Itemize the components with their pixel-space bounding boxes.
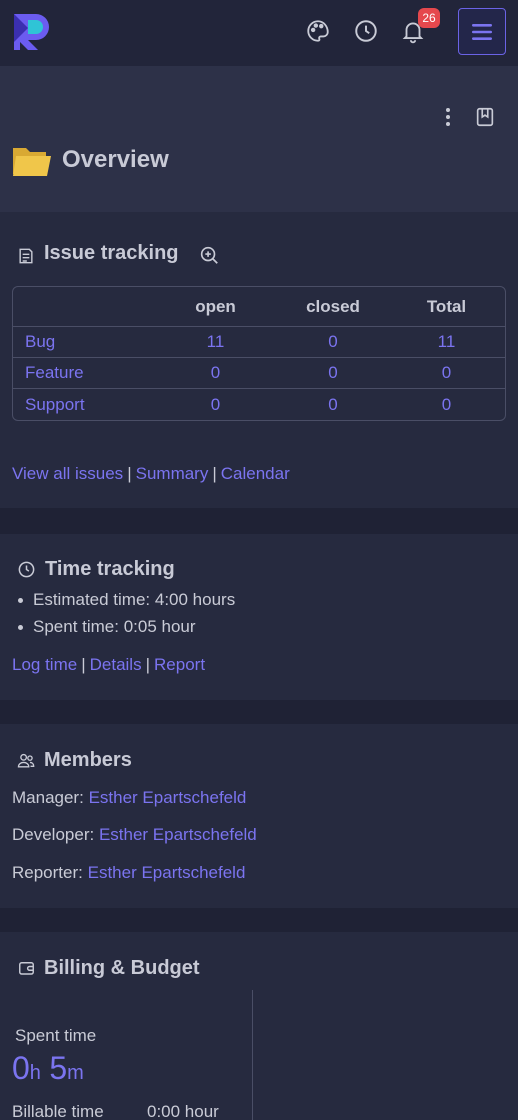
- total-count-link[interactable]: 11: [388, 327, 505, 358]
- folder-icon: [13, 148, 51, 176]
- table-row: Feature 0 0 0: [13, 358, 505, 389]
- table-row: Support 0 0 0: [13, 389, 505, 420]
- issue-links: View all issues | Summary | Calendar: [12, 464, 290, 484]
- list-item: Spent time: 0:05 hour: [18, 617, 235, 644]
- member-row-reporter: Reporter: Esther Epartschefeld: [12, 863, 245, 883]
- closed-count-link[interactable]: 0: [278, 358, 388, 389]
- total-count-link[interactable]: 0: [388, 389, 505, 420]
- zoom-search-icon[interactable]: [198, 244, 220, 266]
- closed-count-link[interactable]: 0: [278, 327, 388, 358]
- member-link[interactable]: Esther Epartschefeld: [99, 825, 257, 844]
- time-tracking-title: Time tracking: [45, 558, 175, 580]
- column-divider: [252, 990, 253, 1120]
- hours-value: 0: [12, 1050, 30, 1086]
- role-label: Reporter:: [12, 863, 83, 882]
- clock-icon[interactable]: [352, 17, 380, 45]
- redmine-r-logo[interactable]: [14, 14, 50, 50]
- billable-time-value: 0:00 hour: [147, 1102, 219, 1120]
- closed-count-link[interactable]: 0: [278, 389, 388, 420]
- link-separator: |: [212, 464, 217, 483]
- table-row: Bug 11 0 11: [13, 327, 505, 358]
- issue-tracking-icon: [19, 248, 33, 264]
- menu-icon: [472, 23, 492, 40]
- open-count-link[interactable]: 0: [153, 358, 278, 389]
- issues-table: open closed Total Bug 11 0 11 Feature 0 …: [12, 286, 506, 421]
- issue-tracking-title: Issue tracking: [44, 242, 179, 264]
- calendar-link[interactable]: Calendar: [221, 464, 290, 483]
- list-item: Estimated time: 4:00 hours: [18, 590, 235, 617]
- bookmark-icon[interactable]: [474, 106, 496, 128]
- role-label: Developer:: [12, 825, 95, 844]
- kebab-menu-icon[interactable]: [438, 106, 458, 128]
- users-icon: [17, 753, 35, 768]
- view-all-issues-link[interactable]: View all issues: [12, 464, 123, 483]
- member-link[interactable]: Esther Epartschefeld: [88, 863, 246, 882]
- member-row-developer: Developer: Esther Epartschefeld: [12, 825, 257, 845]
- page-header: [0, 66, 518, 212]
- table-header: open: [153, 287, 278, 327]
- role-label: Manager:: [12, 788, 84, 807]
- table-header: [13, 287, 153, 327]
- total-count-link[interactable]: 0: [388, 358, 505, 389]
- table-header-row: open closed Total: [13, 287, 505, 327]
- link-separator: |: [127, 464, 132, 483]
- member-row-manager: Manager: Esther Epartschefeld: [12, 788, 246, 808]
- members-title: Members: [44, 749, 132, 771]
- page-title: Overview: [62, 146, 169, 173]
- clock-icon: [18, 561, 35, 578]
- time-list: Estimated time: 4:00 hours Spent time: 0…: [18, 590, 235, 644]
- spent-time-label: Spent time: [15, 1026, 97, 1045]
- spent-time-value: 0h 5m: [12, 1050, 84, 1087]
- billable-time-label: Billable time: [12, 1102, 104, 1120]
- spent-time: Spent time: 0:05 hour: [33, 617, 196, 636]
- menu-button[interactable]: [458, 8, 506, 55]
- wallet-icon: [19, 962, 34, 975]
- open-count-link[interactable]: 11: [153, 327, 278, 358]
- summary-link[interactable]: Summary: [136, 464, 209, 483]
- member-link[interactable]: Esther Epartschefeld: [89, 788, 247, 807]
- billing-title: Billing & Budget: [44, 957, 200, 979]
- minutes-unit: m: [67, 1062, 84, 1084]
- tracker-link[interactable]: Bug: [13, 327, 153, 358]
- details-link[interactable]: Details: [90, 655, 142, 674]
- tracker-link[interactable]: Feature: [13, 358, 153, 389]
- estimated-time: Estimated time: 4:00 hours: [33, 590, 236, 609]
- tracker-link[interactable]: Support: [13, 389, 153, 420]
- log-time-link[interactable]: Log time: [12, 655, 77, 674]
- report-link[interactable]: Report: [154, 655, 205, 674]
- minutes-value: 5: [49, 1050, 68, 1086]
- top-bar: 26: [0, 0, 518, 66]
- palette-icon[interactable]: [304, 17, 332, 45]
- link-separator: |: [81, 655, 86, 674]
- hours-unit: h: [29, 1062, 41, 1084]
- table-header: Total: [388, 287, 505, 327]
- time-links: Log time | Details | Report: [12, 655, 205, 675]
- table-header: closed: [278, 287, 388, 327]
- link-separator: |: [145, 655, 151, 674]
- notification-badge: 26: [418, 8, 440, 28]
- open-count-link[interactable]: 0: [153, 389, 278, 420]
